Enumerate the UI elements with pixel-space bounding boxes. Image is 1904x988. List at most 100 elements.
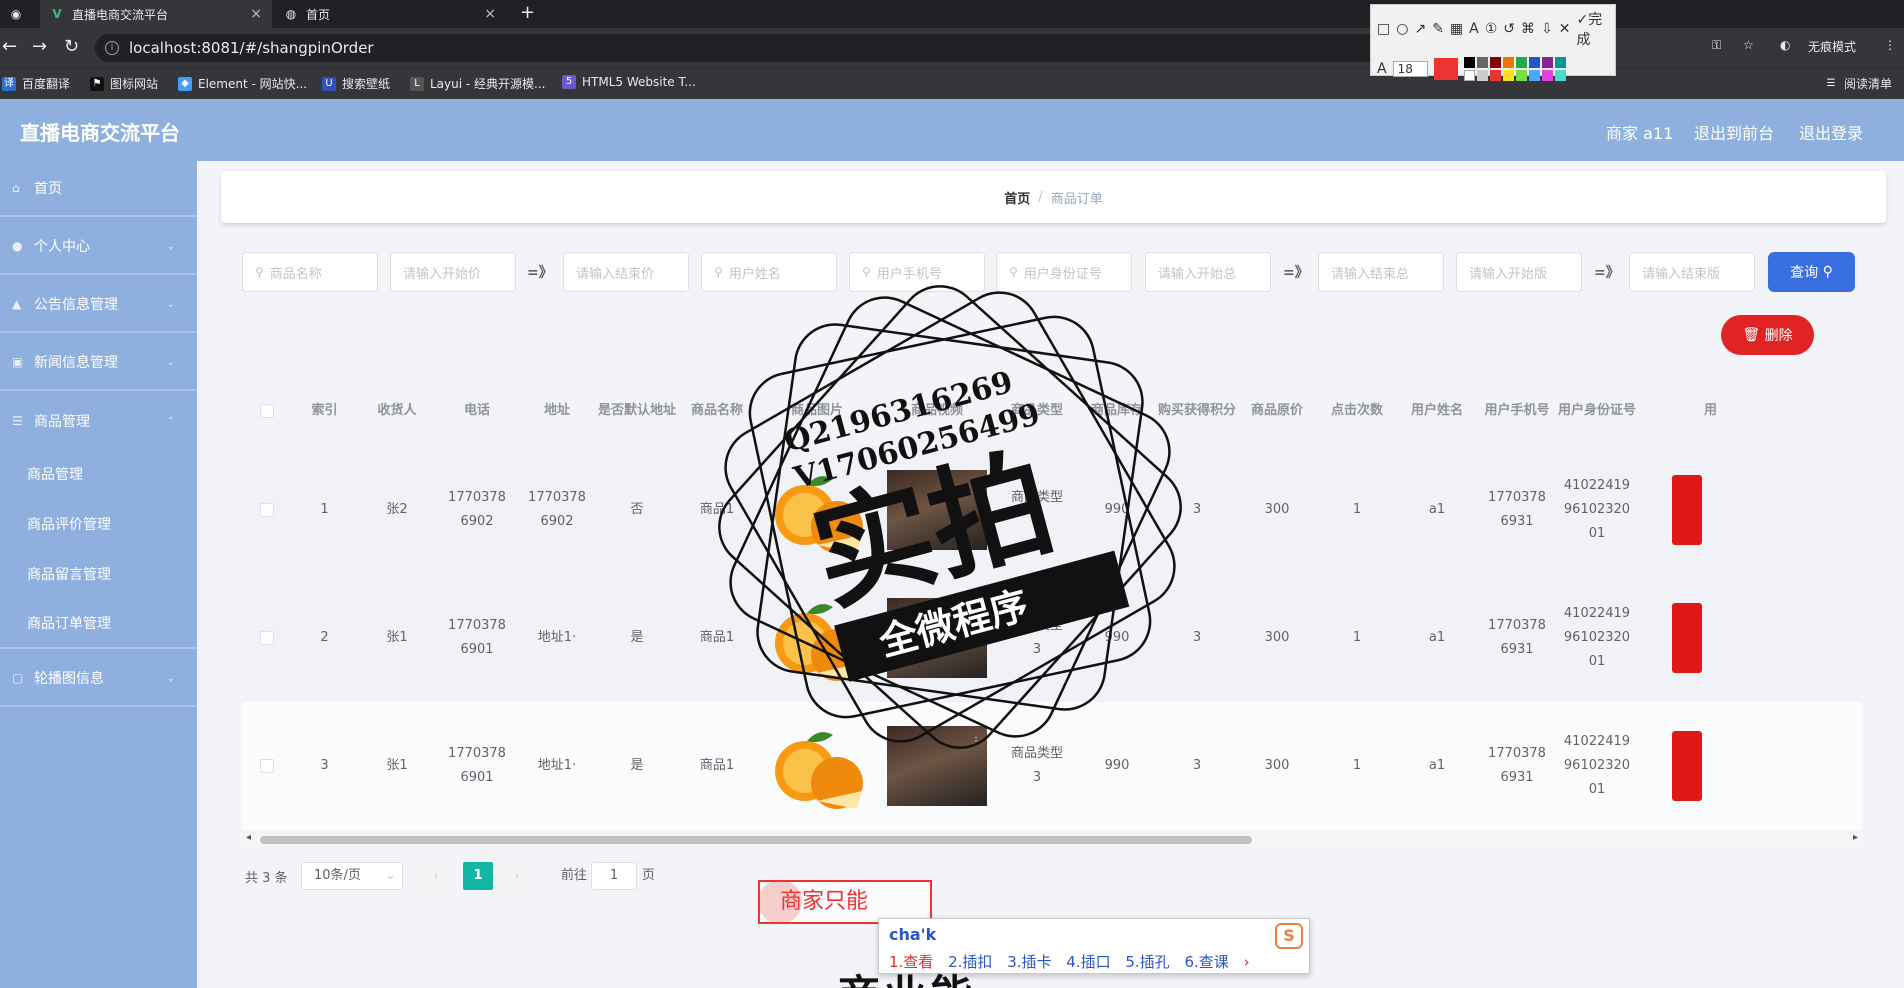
table-row[interactable]: 3 张1 17703786901 地址1· 是 商品1 ⋮ 商品类型3 990 … — [242, 702, 1862, 830]
url-input[interactable]: i localhost:8081/#/shangpinOrder — [95, 34, 1385, 62]
done-button[interactable]: ✓完成 — [1577, 9, 1610, 49]
number-tool-icon[interactable]: ① — [1485, 21, 1498, 37]
bookmark-item[interactable]: U 搜索壁纸 — [322, 75, 390, 92]
ime-candidate[interactable]: 5.插孔 — [1125, 953, 1169, 971]
version-start-input[interactable]: 请输入开始版 — [1456, 252, 1582, 292]
total-end-input[interactable]: 请输入结束总 — [1318, 252, 1444, 292]
prev-page-button[interactable]: ‹ — [421, 862, 451, 890]
ime-candidate[interactable]: 4.插口 — [1066, 953, 1110, 971]
color-palette[interactable] — [1463, 57, 1566, 81]
table-row[interactable]: 1 张2 17703786902 17703786902 否 商品1 ⋮ 商品类… — [242, 446, 1862, 574]
delete-button[interactable]: 🗑 删除 — [1721, 315, 1814, 355]
arrow-tool-icon[interactable]: ↗ — [1414, 21, 1426, 37]
video-thumbnail[interactable]: ⋮ — [887, 470, 987, 550]
star-icon[interactable]: ☆ — [1743, 38, 1754, 52]
ime-next-icon[interactable]: › — [1244, 953, 1250, 971]
tab-home[interactable]: ◍ 首页 × — [274, 0, 506, 28]
bookmark-item[interactable]: ⚑ 图标网站 — [90, 75, 158, 92]
goods-name-input[interactable]: ⚲ 商品名称 — [242, 252, 378, 292]
user-phone-input[interactable]: ⚲ 用户手机号 — [849, 252, 985, 292]
ime-candidate[interactable]: 3.插卡 — [1007, 953, 1051, 971]
scroll-right-icon[interactable]: ▸ — [1853, 832, 1858, 843]
row-checkbox[interactable] — [260, 759, 274, 773]
ime-candidate[interactable]: 6.查课 — [1184, 953, 1228, 971]
save-icon[interactable]: ⇩ — [1541, 21, 1553, 37]
browser-menu[interactable]: ◉ — [0, 0, 40, 28]
video-thumbnail[interactable]: ⋮ — [887, 598, 987, 678]
undo-icon[interactable]: ↺ — [1503, 21, 1515, 37]
merchant-user-link[interactable]: 商家 a11 — [1606, 120, 1673, 144]
table-row[interactable]: 2 张1 17703786901 地址1· 是 商品1 ⋮ 商品类型3 990 … — [242, 574, 1862, 702]
orange-image[interactable] — [767, 593, 867, 683]
cell-more-image[interactable] — [1642, 702, 1702, 830]
bookmark-item[interactable]: ◆ Element - 网站快... — [178, 75, 307, 92]
cell-goods-video[interactable]: ⋮ — [877, 446, 997, 574]
sidebar-item-news[interactable]: ▣ 新闻信息管理 ⌄ — [0, 335, 197, 391]
back-to-front-link[interactable]: 退出到前台 — [1694, 120, 1774, 144]
sidebar-item-goods[interactable]: ☰ 商品管理 ⌃ — [0, 393, 197, 449]
breadcrumb-home[interactable]: 首页 — [1004, 188, 1030, 207]
font-size-select[interactable]: 18 — [1392, 61, 1428, 77]
rect-tool-icon[interactable]: □ — [1377, 21, 1390, 37]
orange-image[interactable] — [767, 721, 867, 811]
text-tool-icon[interactable]: A — [1469, 21, 1479, 37]
sidebar-item-profile[interactable]: ● 个人中心 ⌄ — [0, 219, 197, 275]
table-horizontal-scrollbar[interactable]: ◂ ▸ — [242, 832, 1862, 846]
reading-list-button[interactable]: ☰ 阅读清单 — [1824, 75, 1893, 92]
mosaic-tool-icon[interactable]: ▦ — [1450, 21, 1463, 37]
sidebar-sub-orders[interactable]: 商品订单管理 — [0, 599, 197, 649]
reload-icon[interactable]: ↻ — [64, 36, 79, 57]
new-tab-button[interactable]: + — [520, 2, 535, 23]
sidebar-sub-goods[interactable]: 商品管理 — [0, 449, 197, 499]
select-all-checkbox[interactable] — [260, 404, 274, 418]
next-page-button[interactable]: › — [502, 862, 532, 890]
cell-goods-image[interactable] — [757, 446, 877, 574]
more-icon[interactable]: ⋮ — [1884, 38, 1896, 52]
incognito-label[interactable]: 无痕模式 — [1808, 38, 1856, 55]
scrollbar-thumb[interactable] — [260, 836, 1252, 844]
bookmark-item[interactable]: 译百度翻译 — [2, 75, 70, 92]
cell-goods-video[interactable]: ⋮ — [877, 574, 997, 702]
query-button[interactable]: 查询 ⚲ — [1768, 252, 1855, 292]
sidebar-sub-messages[interactable]: 商品留言管理 — [0, 549, 197, 599]
tab-app[interactable]: V 直播电商交流平台 × — [40, 0, 272, 28]
cell-more-image[interactable] — [1642, 574, 1702, 702]
cell-goods-image[interactable] — [757, 702, 877, 830]
scroll-left-icon[interactable]: ◂ — [246, 832, 251, 843]
key-icon[interactable]: ⚿ — [1712, 38, 1721, 53]
goods-thumb-image[interactable] — [1672, 603, 1702, 673]
info-icon[interactable]: i — [105, 41, 119, 55]
version-end-input[interactable]: 请输入结束版 — [1629, 252, 1755, 292]
pin-icon[interactable]: ⌘ — [1521, 21, 1535, 37]
bookmark-item[interactable]: 5 HTML5 Website T... — [562, 75, 696, 89]
video-thumbnail[interactable]: ⋮ — [887, 726, 987, 806]
bookmark-item[interactable]: L Layui - 经典开源模... — [410, 75, 545, 92]
page-number-current[interactable]: 1 — [463, 862, 493, 890]
forward-icon[interactable]: → — [32, 36, 47, 57]
circle-tool-icon[interactable]: ○ — [1396, 21, 1408, 37]
back-icon[interactable]: ← — [2, 36, 17, 57]
close-icon[interactable]: × — [484, 6, 496, 22]
cell-goods-video[interactable]: ⋮ — [877, 702, 997, 830]
sidebar-sub-reviews[interactable]: 商品评价管理 — [0, 499, 197, 549]
cell-more-image[interactable] — [1642, 446, 1702, 574]
sidebar-item-carousel[interactable]: ▢ 轮播图信息 ⌄ — [0, 651, 197, 707]
row-checkbox[interactable] — [260, 503, 274, 517]
pen-tool-icon[interactable]: ✎ — [1432, 21, 1444, 37]
page-size-select[interactable]: 10条/页 ⌄ — [301, 862, 403, 890]
cell-goods-image[interactable] — [757, 574, 877, 702]
price-start-input[interactable]: 请输入开始价 — [390, 252, 516, 292]
logout-link[interactable]: 退出登录 — [1799, 120, 1863, 144]
goto-page-input[interactable]: 1 — [591, 862, 637, 890]
close-icon[interactable]: ✕ — [1559, 21, 1571, 37]
sidebar-item-home[interactable]: ⌂ 首页 — [0, 161, 197, 217]
goods-thumb-image[interactable] — [1672, 731, 1702, 801]
current-color-swatch[interactable] — [1433, 58, 1458, 80]
user-idcard-input[interactable]: ⚲ 用户身份证号 — [996, 252, 1132, 292]
goods-thumb-image[interactable] — [1672, 475, 1702, 545]
orange-image[interactable] — [767, 465, 867, 555]
price-end-input[interactable]: 请输入结束价 — [563, 252, 689, 292]
sidebar-item-notice[interactable]: ▲ 公告信息管理 ⌄ — [0, 277, 197, 333]
total-start-input[interactable]: 请输入开始总 — [1145, 252, 1271, 292]
row-checkbox[interactable] — [260, 631, 274, 645]
